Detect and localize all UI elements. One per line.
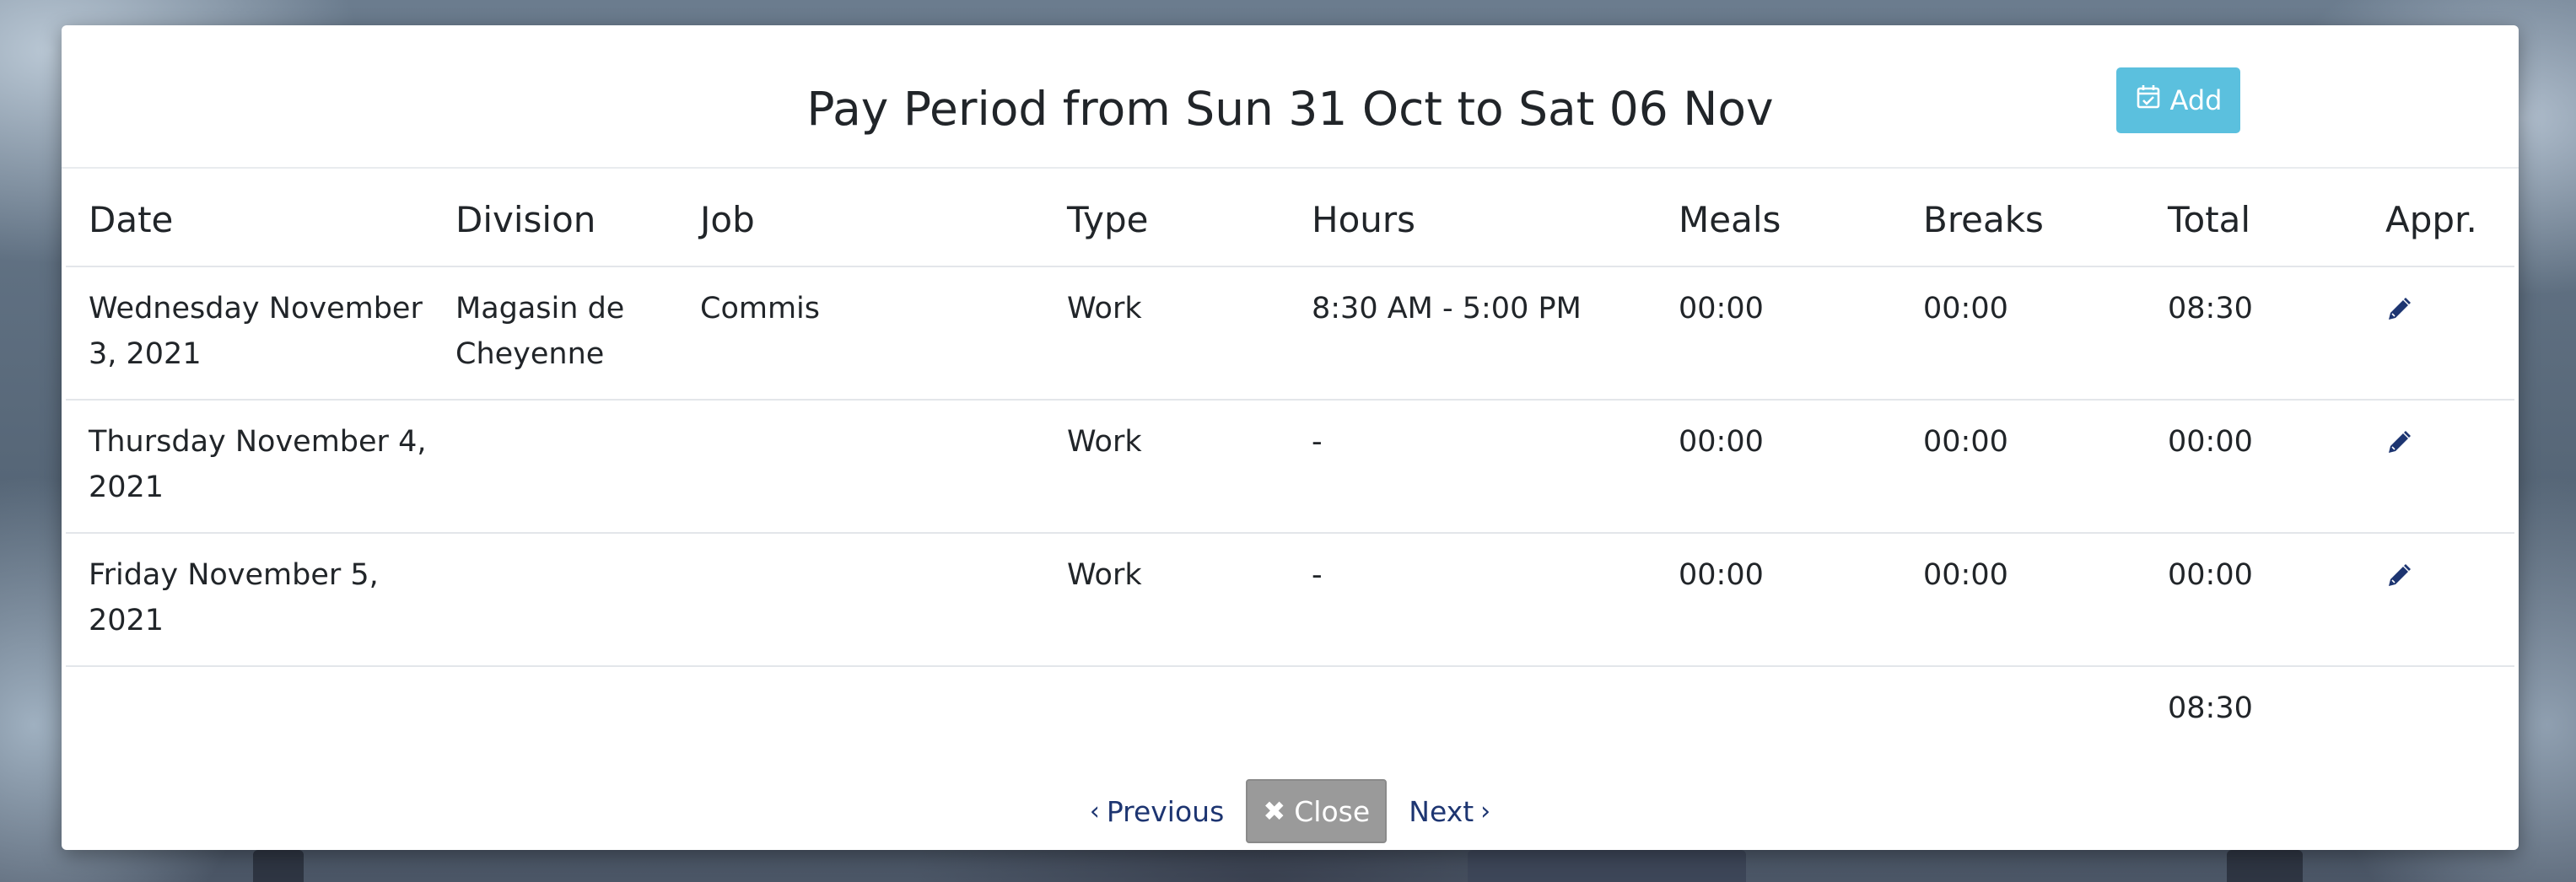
cell-date: Thursday November 4, 2021	[66, 400, 433, 534]
calendar-check-icon	[2135, 83, 2162, 117]
previous-link[interactable]: ‹ Previous	[1090, 795, 1224, 828]
add-button[interactable]: Add	[2116, 67, 2240, 133]
cell-job	[677, 400, 1044, 534]
previous-label: Previous	[1106, 794, 1225, 828]
pencil-icon[interactable]	[2385, 429, 2412, 456]
next-label: Next	[1409, 794, 1474, 828]
cell-date: Friday November 5, 2021	[66, 533, 433, 667]
cell-hours: -	[1289, 400, 1656, 534]
close-label: Close	[1294, 794, 1371, 828]
cell-job	[677, 533, 1044, 667]
cell-approval	[2363, 533, 2514, 667]
add-button-label: Add	[2169, 84, 2223, 116]
cell-type: Work	[1044, 533, 1289, 667]
cell-breaks: 00:00	[1900, 533, 2145, 667]
chevron-right-icon: ›	[1480, 796, 1491, 826]
cell-hours: 8:30 AM - 5:00 PM	[1289, 266, 1656, 401]
cell-division: Magasin de Cheyenne	[433, 266, 677, 401]
close-button[interactable]: ✖ Close	[1246, 779, 1388, 843]
close-icon: ✖	[1263, 795, 1286, 827]
grand-total-row: 08:30	[66, 666, 2514, 756]
cell-date: Wednesday November 3, 2021	[66, 266, 433, 401]
cell-type: Work	[1044, 266, 1289, 401]
column-header-total: Total	[2145, 170, 2363, 267]
cell-hours: -	[1289, 533, 1656, 667]
table-row: Wednesday November 3, 2021 Magasin de Ch…	[66, 266, 2514, 401]
modal-header: Pay Period from Sun 31 Oct to Sat 06 Nov…	[62, 25, 2519, 169]
background-detail	[2227, 850, 2303, 882]
column-header-division: Division	[433, 170, 677, 267]
cell-meals: 00:00	[1656, 533, 1900, 667]
column-header-approval: Appr.	[2363, 170, 2514, 267]
pagination-footer: ‹ Previous ✖ Close Next ›	[62, 779, 2519, 843]
cell-approval	[2363, 400, 2514, 534]
grand-total: 08:30	[2168, 691, 2253, 725]
column-header-hours: Hours	[1289, 170, 1656, 267]
cell-breaks: 00:00	[1900, 266, 2145, 401]
chevron-left-icon: ‹	[1089, 796, 1100, 826]
cell-total: 08:30	[2145, 266, 2363, 401]
column-header-job: Job	[677, 170, 1044, 267]
cell-meals: 00:00	[1656, 400, 1900, 534]
cell-approval	[2363, 266, 2514, 401]
cell-division	[433, 533, 677, 667]
next-link[interactable]: Next ›	[1409, 795, 1490, 828]
column-header-date: Date	[66, 170, 433, 267]
table-row: Thursday November 4, 2021 Work - 00:00 0…	[66, 400, 2514, 534]
cell-type: Work	[1044, 400, 1289, 534]
pencil-icon[interactable]	[2385, 562, 2412, 589]
column-header-type: Type	[1044, 170, 1289, 267]
pay-period-modal: Pay Period from Sun 31 Oct to Sat 06 Nov…	[62, 25, 2519, 850]
cell-job: Commis	[677, 266, 1044, 401]
cell-total: 00:00	[2145, 400, 2363, 534]
column-header-breaks: Breaks	[1900, 170, 2145, 267]
background-detail	[253, 850, 304, 882]
cell-division	[433, 400, 677, 534]
background-detail	[1468, 850, 1746, 882]
timesheet-table: Date Division Job Type Hours Meals Break…	[66, 170, 2514, 756]
table-row: Friday November 5, 2021 Work - 00:00 00:…	[66, 533, 2514, 667]
cell-total: 00:00	[2145, 533, 2363, 667]
pencil-icon[interactable]	[2385, 296, 2412, 323]
cell-meals: 00:00	[1656, 266, 1900, 401]
table-header-row: Date Division Job Type Hours Meals Break…	[66, 170, 2514, 267]
column-header-meals: Meals	[1656, 170, 1900, 267]
cell-breaks: 00:00	[1900, 400, 2145, 534]
